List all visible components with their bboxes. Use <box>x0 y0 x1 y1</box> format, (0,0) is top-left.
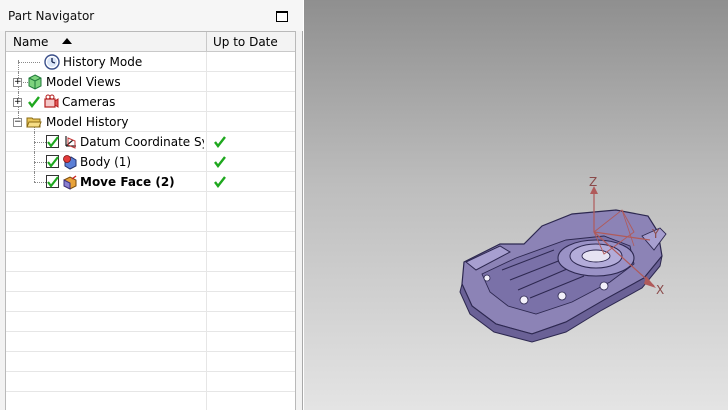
up-to-date-check-icon <box>214 156 226 168</box>
axis-label-x: X <box>656 283 664 297</box>
tree-row-cameras[interactable]: + Cameras <box>6 92 295 112</box>
axis-label-z: Z <box>589 175 597 189</box>
axis-label-y: Y <box>651 227 660 241</box>
tree-row-empty <box>6 352 295 372</box>
tree-row-empty <box>6 292 295 312</box>
tree-item-label: Datum Coordinate Sy... <box>80 135 204 149</box>
tree-row-empty <box>6 272 295 292</box>
sort-ascending-icon[interactable] <box>62 38 72 44</box>
folder-open-icon <box>26 117 42 128</box>
model-views-icon <box>28 74 42 90</box>
checkbox-check-icon <box>47 136 59 148</box>
tree-row-model-history[interactable]: − Model History <box>6 112 295 132</box>
body-icon <box>63 155 77 170</box>
up-to-date-check-icon <box>214 136 226 148</box>
tree-row-empty <box>6 332 295 352</box>
navigator-tree: Name Up to Date History Mode + Model Vie… <box>5 31 296 410</box>
tree-row-empty <box>6 252 295 272</box>
tree-row-empty <box>6 372 295 392</box>
tree-item-label: Body (1) <box>80 155 132 169</box>
tree-item-label: Cameras <box>62 95 116 109</box>
datum-csys-icon <box>65 136 76 149</box>
visible-check-icon[interactable] <box>27 95 41 109</box>
part-navigator-panel: Part Navigator Name Up to Date History M… <box>0 0 303 410</box>
tree-row-body[interactable]: Body (1) <box>6 152 295 172</box>
column-header-name[interactable]: Name <box>13 35 48 49</box>
tree-row-model-views[interactable]: + Model Views <box>6 72 295 92</box>
application-window: Part Navigator Name Up to Date History M… <box>0 0 728 410</box>
tree-item-label: Model Views <box>46 75 121 89</box>
column-header-row: Name Up to Date <box>6 32 295 52</box>
column-header-up-to-date[interactable]: Up to Date <box>213 35 278 49</box>
panel-title: Part Navigator <box>8 9 95 23</box>
checkbox-check-icon <box>47 156 59 168</box>
cameras-icon <box>44 94 59 108</box>
part-model[interactable]: Z Y X <box>304 0 728 410</box>
clock-icon <box>44 54 60 70</box>
checkbox-check-icon <box>47 176 59 188</box>
collapse-toggle[interactable]: − <box>13 118 22 127</box>
tree-row-datum-csys[interactable]: Datum Coordinate Sy... <box>6 132 295 152</box>
tree-row-empty <box>6 312 295 332</box>
tree-item-label: Move Face (2) <box>80 175 175 189</box>
tree-row-move-face[interactable]: Move Face (2) <box>6 172 295 192</box>
column-divider[interactable] <box>206 32 207 52</box>
tree-row-empty <box>6 192 295 212</box>
tree-item-label: History Mode <box>63 55 143 69</box>
graphics-viewport[interactable]: Z Y X <box>304 0 728 410</box>
move-face-icon <box>63 175 77 190</box>
up-to-date-check-icon <box>214 176 226 188</box>
tree-row-empty <box>6 212 295 232</box>
tree-item-label: Model History <box>46 115 129 129</box>
tree-row-empty <box>6 392 295 410</box>
part-navigator-header: Part Navigator <box>0 0 303 31</box>
tree-row-history-mode[interactable]: History Mode <box>6 52 295 72</box>
expand-toggle[interactable]: + <box>13 98 22 107</box>
tree-row-empty <box>6 232 295 252</box>
expand-toggle[interactable]: + <box>13 78 22 87</box>
maximize-icon[interactable] <box>276 11 288 22</box>
